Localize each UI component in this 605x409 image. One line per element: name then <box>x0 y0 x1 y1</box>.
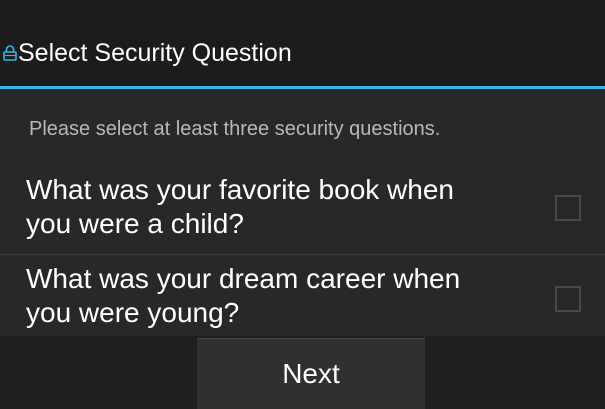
question-item-favorite-book[interactable]: What was your favorite book when you wer… <box>0 167 605 255</box>
lock-icon <box>3 45 17 61</box>
instructions-text: Please select at least three security qu… <box>29 118 441 140</box>
question-label: What was your favorite book when you wer… <box>26 174 454 239</box>
question-item-dream-career[interactable]: What was your dream career when you were… <box>0 256 605 336</box>
question-checkbox[interactable] <box>555 286 581 312</box>
dialog-title: Select Security Question <box>18 39 292 67</box>
security-question-dialog: Select Security Question Please select a… <box>0 0 605 409</box>
next-button[interactable]: Next <box>197 338 425 409</box>
title-divider <box>0 86 605 89</box>
question-label: What was your dream career when you were… <box>26 263 461 328</box>
question-checkbox[interactable] <box>555 195 581 221</box>
dialog-title-bar: Select Security Question <box>0 0 605 86</box>
